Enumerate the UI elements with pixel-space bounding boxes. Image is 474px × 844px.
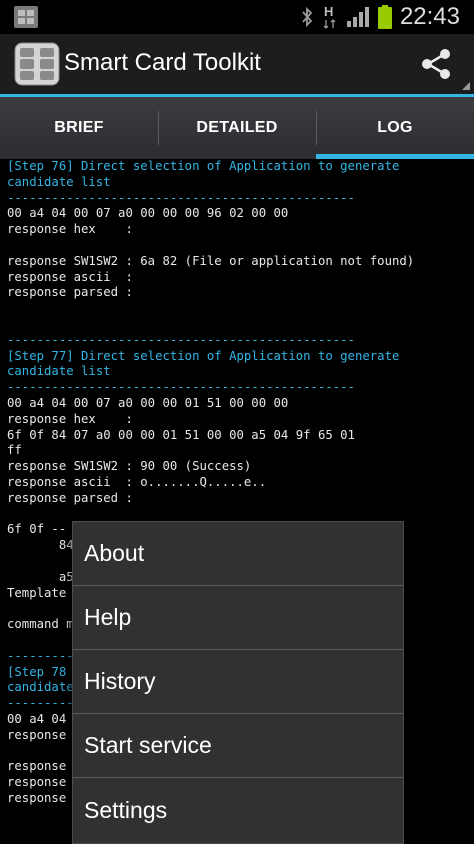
tab-detailed[interactable]: DETAILED [158,97,316,159]
log-line: ff [7,443,22,458]
log-line: response ascii : o.......Q.....e.. [7,474,267,489]
network-h-icon: H [322,4,338,30]
status-bar: H 22:43 [0,0,474,34]
signal-icon [346,7,369,27]
bluetooth-icon [302,6,313,28]
tab-brief[interactable]: BRIEF [0,97,158,159]
menu-item-history[interactable]: History [73,650,403,714]
log-line: response parsed : [7,490,133,505]
log-line: ----------------------------------------… [7,190,355,205]
log-line: response hex : [7,222,133,237]
menu-item-about[interactable]: About [73,522,403,586]
tab-bar: BRIEF DETAILED LOG [0,97,474,159]
app-title: Smart Card Toolkit [64,49,261,76]
log-line: ----------------------------------------… [7,380,355,395]
log-line: response SW1SW2 : 6a 82 (File or applica… [7,253,415,268]
log-line: response ascii : [7,269,133,284]
log-line: candidate list [7,364,111,379]
log-line: [Step 77] Direct selection of Applicatio… [7,348,400,363]
log-line: 00 a4 04 00 07 a0 00 00 00 96 02 00 00 [7,206,289,221]
chip-icon[interactable] [14,42,60,86]
log-line: candidate list [7,174,111,189]
log-line: 00 a4 04 00 07 a0 00 00 01 51 00 00 00 [7,395,289,410]
log-line: [Step 76] Direct selection of Applicatio… [7,159,400,173]
menu-item-start-service[interactable]: Start service [73,714,403,778]
log-line: response SW1SW2 : 90 00 (Success) [7,459,252,474]
menu-item-help[interactable]: Help [73,586,403,650]
network-type-label: H [323,4,334,19]
tab-log[interactable]: LOG [316,97,474,159]
overflow-menu: About Help History Start service Setting… [72,521,404,844]
action-bar: Smart Card Toolkit [0,34,474,94]
log-line: response parsed : [7,285,133,300]
overflow-indicator-icon [462,82,470,90]
sim-card-icon [14,6,38,28]
menu-item-settings[interactable]: Settings [73,778,403,842]
share-icon[interactable] [418,46,454,82]
log-line: response hex : [7,411,133,426]
battery-icon [377,5,392,29]
log-line: ----------------------------------------… [7,332,355,347]
clock-time: 22:43 [399,3,460,30]
log-line: 6f 0f 84 07 a0 00 00 01 51 00 00 a5 04 9… [7,427,355,442]
